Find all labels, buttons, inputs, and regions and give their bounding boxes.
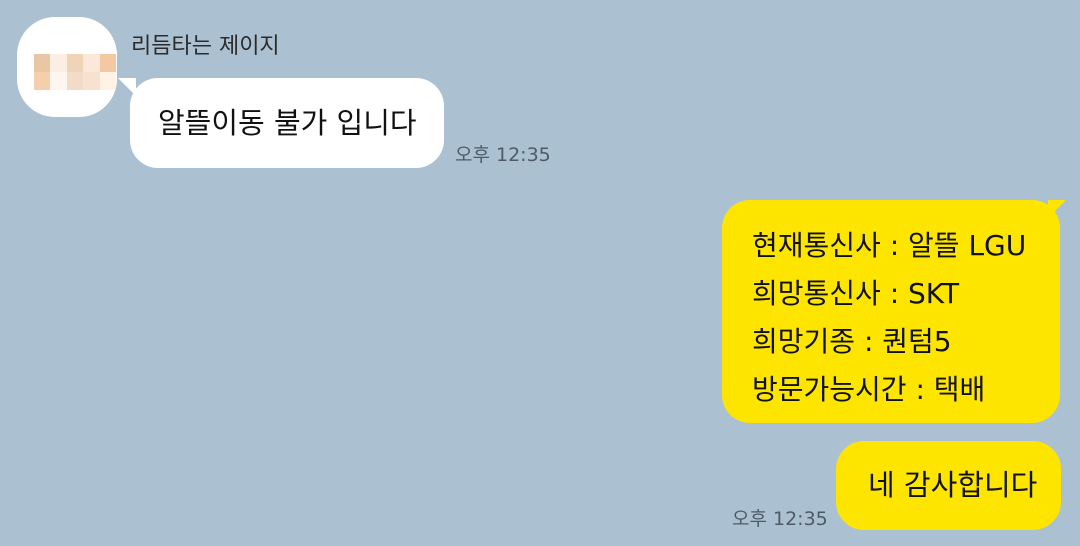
avatar-pixel — [34, 72, 51, 90]
sender-name[interactable]: 리듬타는 제이지 — [131, 32, 280, 62]
avatar-pixel — [83, 72, 100, 90]
outgoing-message-time: 오후 12:35 — [732, 508, 828, 530]
outgoing-message-text: 네 감사합니다 — [868, 468, 1038, 502]
avatar-pixel — [66, 54, 84, 72]
outgoing-message-bubble[interactable]: 네 감사합니다 — [836, 441, 1061, 530]
message-line: 현재통신사 : 알뜰 LGU — [752, 229, 1027, 262]
avatar-pixel — [99, 72, 116, 90]
avatar-image — [34, 54, 116, 90]
message-line: 희망기종 : 퀀텀5 — [752, 325, 952, 358]
sender-avatar[interactable] — [17, 17, 117, 117]
incoming-message-text: 알뜰이동 불가 입니다 — [158, 106, 417, 140]
incoming-message-time: 오후 12:35 — [455, 144, 551, 166]
avatar-pixel — [50, 72, 67, 90]
message-line: 방문가능시간 : 택배 — [752, 373, 986, 406]
avatar-pixel — [83, 54, 100, 72]
outgoing-message-bubble[interactable]: 현재통신사 : 알뜰 LGU 희망통신사 : SKT 희망기종 : 퀀텀5 방문… — [722, 200, 1060, 423]
incoming-message-bubble[interactable]: 알뜰이동 불가 입니다 — [130, 78, 444, 168]
message-line: 희망통신사 : SKT — [752, 277, 960, 310]
avatar-pixel — [34, 54, 51, 72]
avatar-pixel — [66, 72, 84, 90]
avatar-pixel — [50, 54, 67, 72]
avatar-pixel — [99, 54, 116, 72]
